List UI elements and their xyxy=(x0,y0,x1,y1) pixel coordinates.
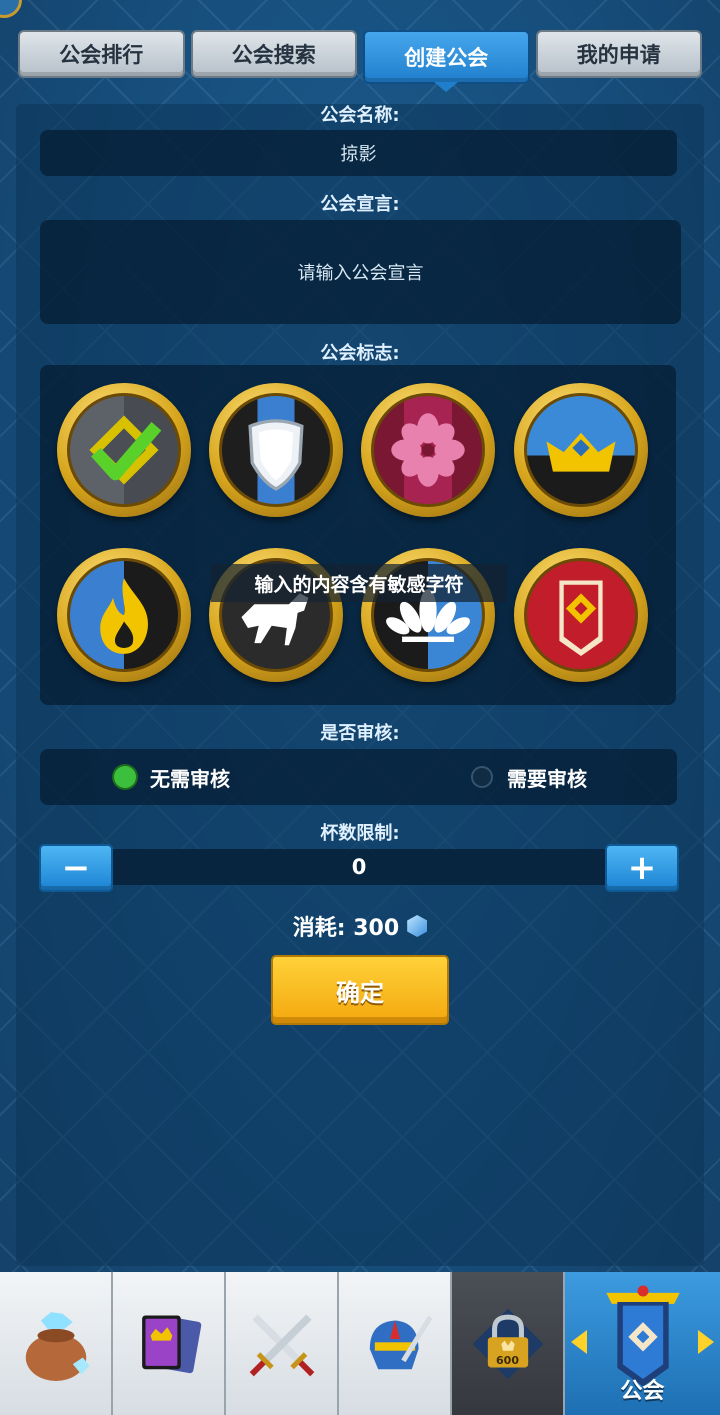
radio-no-review[interactable]: 无需审核 xyxy=(114,749,230,805)
emblem-option-3[interactable] xyxy=(361,383,495,517)
nav-guild-label: 公会 xyxy=(620,1379,665,1404)
radio-unselected-icon xyxy=(471,766,493,788)
bottom-nav: 600 公会 xyxy=(0,1272,720,1415)
gem-bag-icon xyxy=(25,1311,90,1381)
tab-guild-ranking[interactable]: 公会排行 xyxy=(18,30,185,78)
increment-button[interactable]: + xyxy=(605,844,679,892)
review-label: 是否审核: xyxy=(320,723,400,744)
emblem-option-5[interactable] xyxy=(57,548,191,682)
tab-guild-search[interactable]: 公会搜索 xyxy=(190,30,357,78)
sensitive-content-toast: 输入的内容含有敏感字符 xyxy=(211,564,507,602)
confirm-button[interactable]: 确定 xyxy=(271,955,449,1025)
helmet-icon xyxy=(369,1315,432,1369)
guild-declaration-placeholder: 请输入公会宣言 xyxy=(297,263,424,284)
guild-name-label: 公会名称: xyxy=(320,105,400,126)
tab-my-applications[interactable]: 我的申请 xyxy=(535,30,702,78)
trophy-limit-value[interactable]: 0 xyxy=(112,849,606,885)
lock-icon xyxy=(472,1308,543,1379)
nav-heroes[interactable] xyxy=(339,1272,452,1415)
shield-emblem-icon xyxy=(219,393,333,507)
checkmark-emblem-icon xyxy=(67,393,181,507)
gem-icon xyxy=(407,915,428,937)
no-review-label: 无需审核 xyxy=(150,766,230,791)
cost-text: 消耗: 300 xyxy=(292,916,400,941)
nav-guild[interactable]: 公会 xyxy=(565,1272,720,1415)
emblem-option-4[interactable] xyxy=(514,383,648,517)
nav-cards[interactable] xyxy=(113,1272,226,1415)
nav-battle[interactable] xyxy=(226,1272,339,1415)
banner-emblem-icon xyxy=(524,558,638,672)
trophy-limit-label: 杯数限制: xyxy=(320,823,400,844)
guild-declaration-input[interactable]: 请输入公会宣言 xyxy=(40,220,681,324)
crown-emblem-icon xyxy=(524,393,638,507)
guild-emblem-label: 公会标志: xyxy=(320,343,400,364)
guild-name-value: 掠影 xyxy=(340,144,377,165)
nav-right-arrow-icon[interactable] xyxy=(698,1330,714,1354)
flame-emblem-icon xyxy=(67,558,181,672)
require-review-label: 需要审核 xyxy=(507,766,587,791)
emblem-option-8[interactable] xyxy=(514,548,648,682)
unlock-trophy-count: 600 xyxy=(496,1354,519,1367)
decrement-button[interactable]: − xyxy=(39,844,113,892)
flower-emblem-icon xyxy=(371,393,485,507)
radio-selected-icon xyxy=(114,766,136,788)
crossed-swords-icon xyxy=(249,1313,314,1376)
creation-cost: 消耗: 300 xyxy=(0,906,720,946)
nav-left-arrow-icon[interactable] xyxy=(571,1330,587,1354)
guild-declaration-label: 公会宣言: xyxy=(320,194,400,215)
nav-shop[interactable] xyxy=(0,1272,113,1415)
radio-require-review[interactable]: 需要审核 xyxy=(471,749,587,805)
guild-name-input[interactable]: 掠影 xyxy=(40,130,677,176)
emblem-grid xyxy=(40,365,676,705)
review-options: 无需审核 需要审核 xyxy=(40,749,677,805)
nav-locked[interactable]: 600 xyxy=(452,1272,565,1415)
cards-icon xyxy=(141,1314,201,1373)
tab-bar: 公会排行 公会搜索 创建公会 我的申请 xyxy=(18,30,702,92)
emblem-option-2[interactable] xyxy=(209,383,343,517)
emblem-option-1[interactable] xyxy=(57,383,191,517)
tab-create-guild[interactable]: 创建公会 xyxy=(363,30,530,92)
